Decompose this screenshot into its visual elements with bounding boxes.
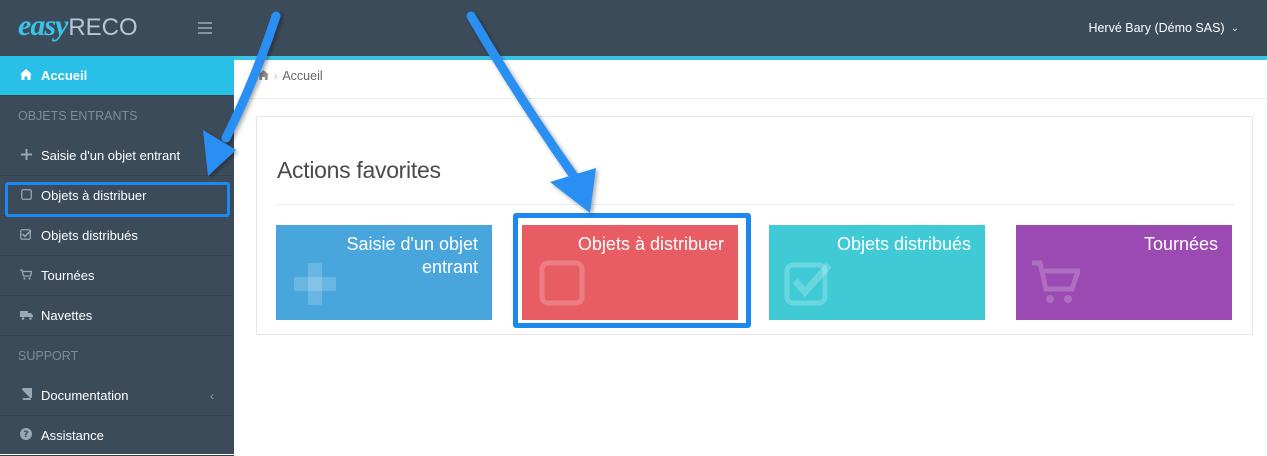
breadcrumb-current: Accueil [282,69,323,83]
sidebar-item-navettes[interactable]: Navettes [0,296,234,336]
home-icon [19,68,33,83]
sidebar-item-label: Objets distribués [41,228,138,243]
sidebar-item-label: Documentation [41,388,129,403]
panel-title: Actions favorites [277,157,441,183]
sidebar-item-label: Tournées [41,268,95,283]
user-menu[interactable]: Hervé Bary (Démo SAS) ⌄ [1088,0,1239,56]
chevron-down-icon: ⌄ [1230,22,1239,34]
plus-icon [19,148,33,163]
chevron-left-icon[interactable]: ‹ [210,389,214,403]
truck-icon [19,309,33,323]
help-icon: ? [19,428,33,443]
sidebar-section-support: SUPPORT [18,349,79,363]
check-square-icon [784,262,832,306]
user-name: Hervé Bary (Démo SAS) [1088,21,1225,35]
breadcrumb-separator: › [274,70,278,82]
sidebar-item-assistance[interactable]: ? Assistance [0,416,234,456]
sidebar-item-documentation[interactable]: Documentation ‹ [0,376,234,416]
top-bar: easy RECO Hervé Bary (Démo SAS) ⌄ [0,0,1267,56]
sidebar-item-label: Navettes [41,308,93,323]
menu-toggle-icon[interactable] [198,22,212,34]
sidebar-item-label: Accueil [41,68,88,83]
app-logo[interactable]: easy RECO [18,9,138,49]
sidebar-section-objets-entrants: OBJETS ENTRANTS [18,109,138,123]
annotation-highlight-box [5,182,230,217]
sidebar-item-accueil[interactable]: Accueil [0,56,234,96]
check-square-icon [19,228,33,243]
sidebar-item-tournees[interactable]: Tournées [0,256,234,296]
sidebar-item-saisie[interactable]: Saisie d'un objet entrant [0,136,234,176]
tile-label: Saisie d'un objet entrant [346,234,478,277]
plus-icon [294,263,336,305]
tile-objets-distribues[interactable]: Objets distribués [769,225,985,320]
tile-tournees[interactable]: Tournées [1016,225,1232,320]
sidebar-item-label: Saisie d'un objet entrant [41,148,181,163]
sidebar-item-objets-distribues[interactable]: Objets distribués [0,216,234,256]
logo-part-easy: easy [18,9,68,42]
cart-icon [19,268,33,283]
breadcrumb-home-icon[interactable] [258,69,269,83]
tile-saisie-objet-entrant[interactable]: Saisie d'un objet entrant [276,225,492,320]
annotation-highlight-inner [518,218,746,323]
sidebar-item-label: Assistance [41,428,104,443]
header-accent-line [234,56,1267,60]
divider [234,98,1267,99]
logo-part-reco: RECO [68,14,138,41]
sidebar: Accueil OBJETS ENTRANTS Saisie d'un obje… [0,56,234,456]
svg-text:?: ? [23,430,28,440]
divider [275,204,1235,205]
cart-icon [1032,260,1080,303]
breadcrumb: › Accueil [258,68,323,84]
tile-label: Objets distribués [836,234,971,254]
tile-label: Tournées [1143,234,1218,254]
favorites-panel: Actions favorites Saisie d'un objet entr… [256,116,1253,335]
book-icon [19,388,33,403]
